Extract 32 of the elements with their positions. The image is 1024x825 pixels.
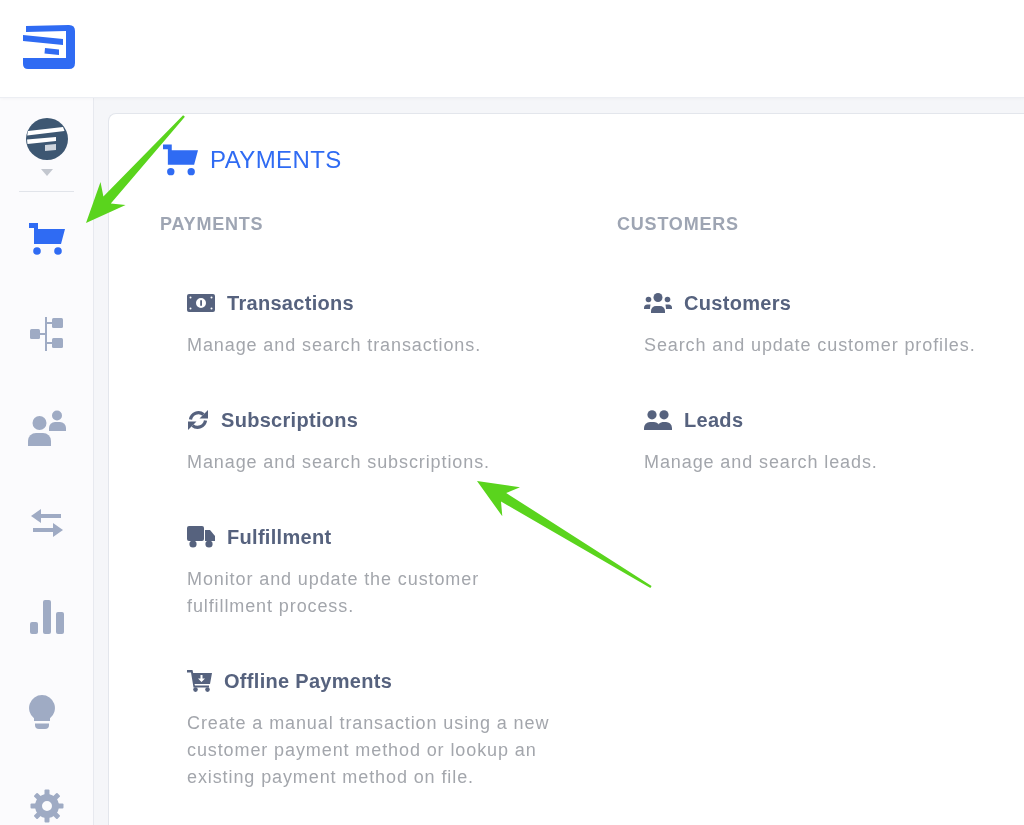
caret-icon[interactable] bbox=[40, 169, 53, 176]
users-icon[interactable] bbox=[27, 410, 66, 447]
cart-arrow-icon bbox=[187, 670, 212, 692]
lightbulb-icon[interactable] bbox=[29, 694, 55, 729]
people-group-icon bbox=[644, 293, 672, 313]
link-description: Manage and search subscriptions. bbox=[187, 450, 490, 474]
banknote-icon bbox=[187, 294, 215, 312]
swap-arrows-icon[interactable] bbox=[30, 508, 63, 537]
section-link[interactable]: Customers bbox=[684, 289, 792, 317]
section-heading: PAYMENTS bbox=[160, 213, 264, 235]
section-link[interactable]: Leads bbox=[684, 406, 744, 434]
link-description: Manage and search transactions. bbox=[187, 333, 482, 357]
hierarchy-icon[interactable] bbox=[30, 316, 63, 351]
section-link[interactable]: Subscriptions bbox=[221, 406, 359, 434]
cart-icon[interactable] bbox=[28, 223, 65, 256]
section-link[interactable]: Transactions bbox=[227, 289, 354, 317]
section-link[interactable]: Offline Payments bbox=[224, 667, 393, 695]
gear-icon[interactable] bbox=[29, 789, 64, 824]
avatar-icon[interactable] bbox=[25, 118, 68, 160]
cart-icon bbox=[163, 144, 198, 176]
link-description: Monitor and update the customer fulfillment process. bbox=[187, 567, 481, 618]
link-description: Search and update customer profiles. bbox=[644, 333, 976, 357]
section-link[interactable]: Fulfillment bbox=[227, 523, 332, 551]
link-description: Manage and search leads. bbox=[644, 450, 878, 474]
people-icon bbox=[644, 410, 672, 430]
section-heading: CUSTOMERS bbox=[617, 213, 739, 235]
page-title: PAYMENTS bbox=[210, 145, 342, 175]
logo-icon[interactable] bbox=[23, 25, 75, 69]
bar-chart-icon[interactable] bbox=[29, 600, 64, 635]
link-description: Create a manual transaction using a new customer payment method or lookup an existing payment method on file. bbox=[187, 711, 551, 789]
sync-arrows-icon bbox=[187, 409, 209, 431]
truck-icon bbox=[187, 526, 215, 548]
